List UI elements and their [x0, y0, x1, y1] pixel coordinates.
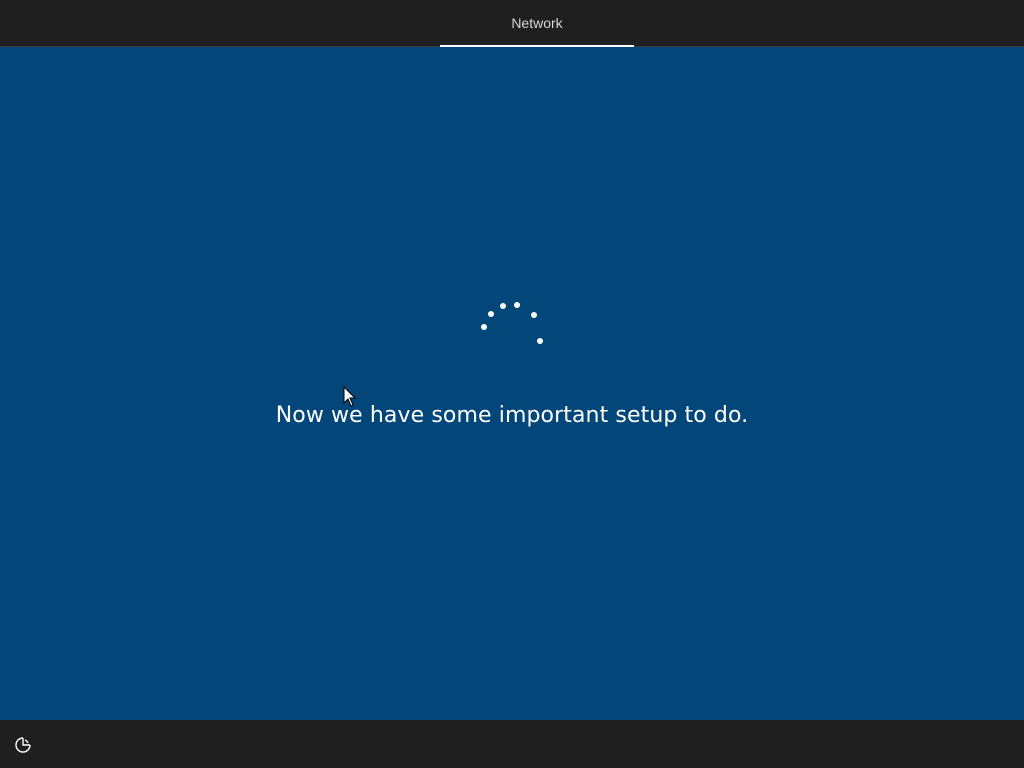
spinner-dot: [537, 338, 543, 344]
tab-network-label: Network: [511, 15, 563, 31]
spinner-dot: [488, 311, 494, 317]
spinner-dot: [481, 324, 487, 330]
spinner-dot: [514, 302, 520, 308]
spinner-dot: [531, 312, 537, 318]
loading-dots-icon: [481, 302, 543, 344]
tab-network: Network: [440, 0, 634, 47]
spinner-dot: [500, 303, 506, 309]
main-panel: Now we have some important setup to do.: [0, 47, 1024, 720]
setup-screen: Network Now we have some important setup…: [0, 0, 1024, 768]
ease-of-access-button[interactable]: [10, 732, 36, 758]
mouse-cursor-icon: [343, 386, 357, 407]
setup-message: Now we have some important setup to do.: [275, 403, 749, 428]
top-bar: Network: [0, 0, 1024, 47]
ease-of-access-icon: [15, 737, 31, 753]
bottom-bar: [0, 720, 1024, 768]
